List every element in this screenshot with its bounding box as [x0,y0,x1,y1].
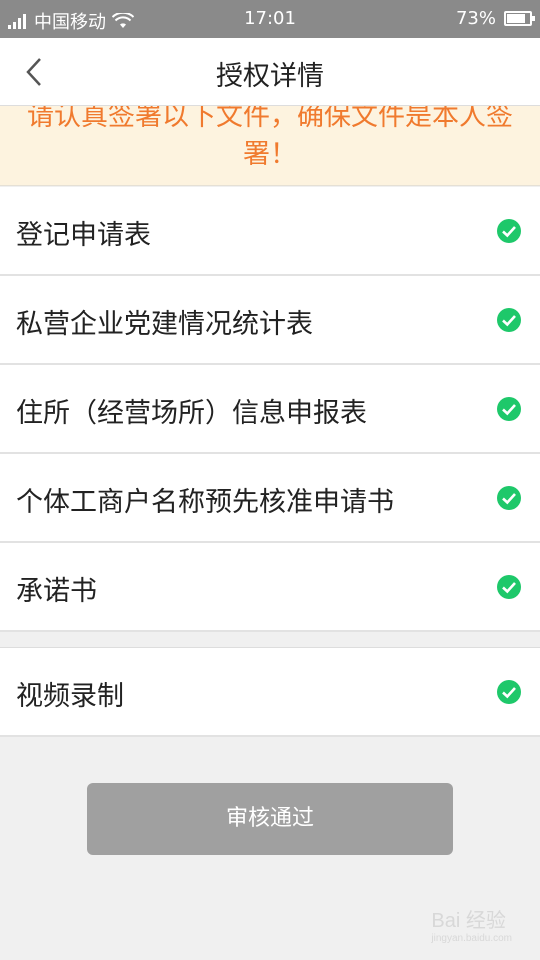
video-row[interactable]: 视频录制 [0,648,540,737]
video-section: 视频录制 [0,648,540,737]
document-label: 承诺书 [16,576,97,607]
document-row[interactable]: 私营企业党建情况统计表 [0,276,540,365]
section-divider [0,632,540,648]
document-label: 登记申请表 [16,220,151,251]
check-circle-icon [497,308,521,332]
notice-banner: 请认真签署以下文件，确保文件是本人签署！ [0,106,540,186]
status-bar: 中国移动 17:01 73% [0,0,540,38]
document-row[interactable]: 承诺书 [0,543,540,632]
approve-button[interactable]: 审核通过 [87,783,453,855]
document-list: 登记申请表 私营企业党建情况统计表 住所（经营场所）信息申报表 个体工商户名称预… [0,187,540,632]
video-label: 视频录制 [16,681,124,712]
watermark: Bai 经验 jingyan.baidu.com [431,904,512,944]
document-label: 私营企业党建情况统计表 [16,309,313,340]
document-row[interactable]: 住所（经营场所）信息申报表 [0,365,540,454]
check-circle-icon [497,397,521,421]
check-circle-icon [497,219,521,243]
check-circle-icon [497,680,521,704]
watermark-sub: jingyan.baidu.com [431,933,512,944]
document-row[interactable]: 登记申请表 [0,187,540,276]
notice-text: 请认真签署以下文件，确保文件是本人签署！ [27,106,513,170]
check-circle-icon [497,486,521,510]
nav-bar: 授权详情 [0,38,540,106]
document-label: 个体工商户名称预先核准申请书 [16,487,394,518]
page-title: 授权详情 [216,61,324,92]
watermark-text: Bai 经验 [431,910,506,932]
battery-icon [504,11,535,26]
document-row[interactable]: 个体工商户名称预先核准申请书 [0,454,540,543]
document-label: 住所（经营场所）信息申报表 [16,398,367,429]
battery-percent: 73% [455,8,496,29]
check-circle-icon [497,575,521,599]
